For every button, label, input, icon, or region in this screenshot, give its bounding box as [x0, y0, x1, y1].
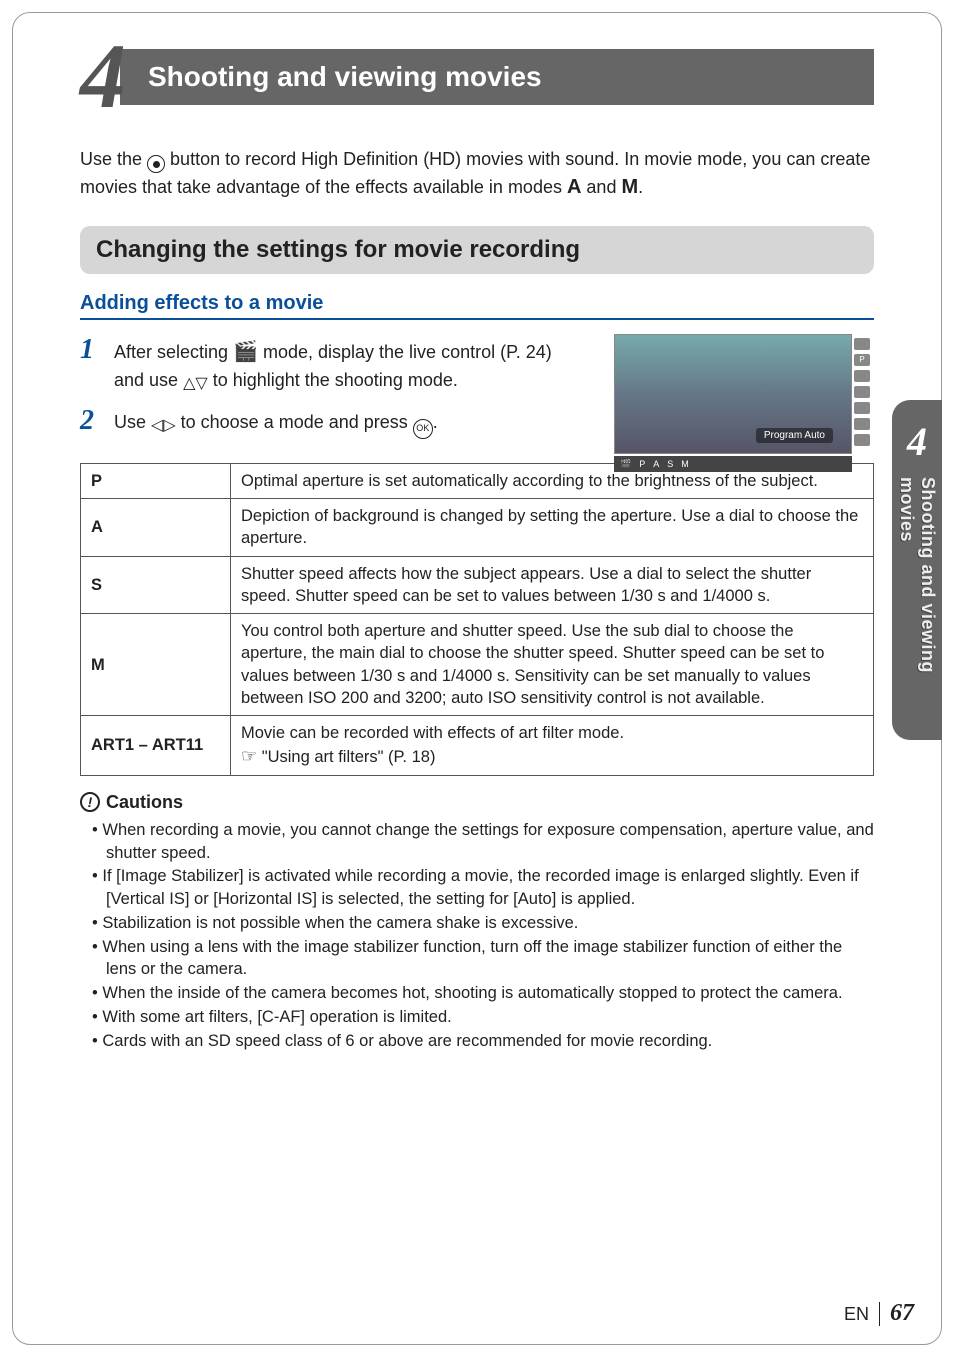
step-1-text: After selecting 🎬 mode, display the live…	[114, 334, 574, 395]
intro-and: and	[581, 177, 621, 197]
mode-table: P Optimal aperture is set automatically …	[80, 463, 874, 776]
table-row: ART1 – ART11 Movie can be recorded with …	[81, 716, 874, 776]
live-view-icon-column: P	[854, 338, 874, 446]
caution-item: When the inside of the camera becomes ho…	[92, 982, 874, 1005]
step-2-p1: Use	[114, 412, 151, 432]
live-view-thumbnail: Program Auto P 🎬 P A S M	[614, 334, 874, 474]
step-1-p3: to highlight the shooting mode.	[208, 370, 458, 390]
lv-icon-1	[854, 338, 870, 350]
page-footer: EN 67	[844, 1300, 914, 1327]
intro-paragraph: Use the button to record High Definition…	[80, 146, 874, 203]
caution-item: Cards with an SD speed class of 6 or abo…	[92, 1030, 874, 1053]
down-arrow-icon: ▽	[195, 372, 207, 395]
up-arrow-icon: △	[183, 372, 195, 395]
right-arrow-icon: ▷	[163, 414, 175, 437]
mode-m-label: M	[621, 176, 638, 198]
mode-desc-m: You control both aperture and shutter sp…	[231, 614, 874, 716]
step-2-text: Use ◁▷ to choose a mode and press OK.	[114, 405, 438, 439]
footer-language: EN	[844, 1304, 869, 1325]
step-2-p2: to choose a mode and press	[176, 412, 413, 432]
bar-m: M	[681, 459, 689, 469]
subsection-heading: Adding effects to a movie	[80, 292, 874, 320]
lv-icon-3	[854, 370, 870, 382]
chapter-number: 4	[80, 40, 126, 114]
step-2-p3: .	[433, 412, 438, 432]
mode-desc-a: Depiction of background is changed by se…	[231, 499, 874, 557]
live-view-image: Program Auto	[614, 334, 852, 454]
footer-page-number: 67	[890, 1300, 914, 1327]
caution-icon: !	[80, 792, 100, 812]
left-arrow-icon: ◁	[151, 414, 163, 437]
ok-button-icon: OK	[413, 419, 433, 439]
step-1-p1: After selecting	[114, 342, 233, 362]
intro-text-2: button to record High Definition (HD) mo…	[80, 149, 870, 198]
intro-end: .	[638, 177, 643, 197]
caution-item: When recording a movie, you cannot chang…	[92, 819, 874, 865]
movie-mode-icon: 🎬	[233, 341, 258, 363]
lv-icon-5	[854, 402, 870, 414]
mode-desc-art-text: Movie can be recorded with effects of ar…	[241, 724, 624, 742]
steps-block: Program Auto P 🎬 P A S M 1 Aft	[80, 334, 874, 439]
mode-label-p: P	[81, 463, 231, 498]
live-view-control-bar: 🎬 P A S M	[614, 456, 852, 472]
page-content: 4 Shooting and viewing movies Use the bu…	[80, 40, 874, 1053]
mode-a-label: A	[567, 176, 581, 198]
side-tab: 4 Shooting and viewing movies	[892, 400, 942, 740]
caution-item: Stabilization is not possible when the c…	[92, 912, 874, 935]
intro-text-1: Use the	[80, 149, 147, 169]
caution-item: When using a lens with the image stabili…	[92, 936, 874, 982]
mode-desc-s: Shutter speed affects how the subject ap…	[231, 556, 874, 614]
table-row: M You control both aperture and shutter …	[81, 614, 874, 716]
movie-mode-icon: 🎬	[620, 459, 631, 470]
table-row: S Shutter speed affects how the subject …	[81, 556, 874, 614]
cautions-heading: ! Cautions	[80, 792, 874, 813]
reference-icon: ☞	[241, 746, 257, 766]
section-heading: Changing the settings for movie recordin…	[80, 226, 874, 274]
cautions-list: When recording a movie, you cannot chang…	[80, 819, 874, 1053]
chapter-title: Shooting and viewing movies	[120, 49, 874, 105]
cautions-label: Cautions	[106, 792, 183, 813]
caution-item: With some art filters, [C-AF] operation …	[92, 1006, 874, 1029]
bar-p: P	[639, 459, 645, 469]
mode-desc-art: Movie can be recorded with effects of ar…	[231, 716, 874, 776]
mode-label-m: M	[81, 614, 231, 716]
lv-icon-4	[854, 386, 870, 398]
record-button-icon	[147, 155, 165, 173]
mode-desc-art-ref: "Using art filters" (P. 18)	[257, 748, 435, 766]
mode-label-a: A	[81, 499, 231, 557]
chapter-header: 4 Shooting and viewing movies	[80, 40, 874, 114]
bar-s: S	[667, 459, 673, 469]
bar-a: A	[653, 459, 659, 469]
lv-icon-p: P	[854, 354, 870, 366]
side-tab-label: Shooting and viewing movies	[896, 477, 938, 740]
program-auto-label: Program Auto	[756, 428, 833, 443]
lv-icon-7	[854, 434, 870, 446]
footer-divider	[879, 1302, 880, 1326]
mode-label-s: S	[81, 556, 231, 614]
step-1-number: 1	[80, 334, 114, 395]
lv-icon-6	[854, 418, 870, 430]
side-tab-number: 4	[907, 418, 927, 465]
table-row: A Depiction of background is changed by …	[81, 499, 874, 557]
step-2-number: 2	[80, 405, 114, 439]
mode-label-art: ART1 – ART11	[81, 716, 231, 776]
caution-item: If [Image Stabilizer] is activated while…	[92, 865, 874, 911]
